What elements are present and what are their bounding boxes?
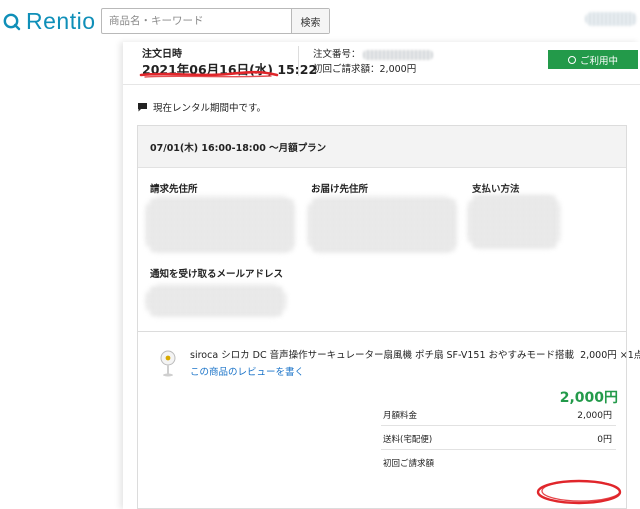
order-number-label: 注文番号：	[313, 49, 361, 60]
header-divider-line	[123, 84, 640, 85]
status-button-label: ご利用中	[579, 55, 618, 67]
search-button[interactable]: 検索	[291, 9, 329, 33]
status-button[interactable]: ご利用中	[548, 50, 638, 69]
account-area-redacted	[585, 12, 637, 26]
first-bill-label: 初回ご請求額：	[313, 64, 380, 75]
review-link[interactable]: この商品のレビューを書く	[190, 364, 304, 378]
summary-row-shipping: 送料(宅配便) 0円	[381, 426, 616, 450]
order-number: 注文番号：	[313, 46, 433, 60]
shipping-address-label: お届け先住所	[311, 184, 369, 195]
first-bill: 初回ご請求額：2,000円	[313, 61, 416, 75]
site-header: Rentio 検索	[0, 0, 640, 42]
rental-status-text: 現在レンタル期間中です。	[153, 103, 267, 114]
order-header: 注文日時 2021年06月16日(水) 15:22 注文番号： 初回ご請求額：2…	[123, 42, 640, 84]
product-name: siroca シロカ DC 音声操作サーキュレーター扇風機 ポチ扇 SF-V15…	[190, 350, 575, 361]
total-amount: 2,000円	[559, 390, 618, 406]
order-detail-panel: 注文日時 2021年06月16日(水) 15:22 注文番号： 初回ご請求額：2…	[123, 42, 640, 509]
payment-method-label: 支払い方法	[472, 184, 520, 195]
summary-label: 初回ご請求額	[383, 459, 435, 469]
header-divider	[298, 46, 299, 76]
product-price-qty: 2,000円 ×1点	[580, 350, 640, 361]
billing-address-redacted	[146, 196, 296, 254]
order-number-redacted	[362, 49, 433, 60]
summary-label: 送料(宅配便)	[383, 435, 433, 445]
notify-email-label: 通知を受け取るメールアドレス	[150, 269, 284, 280]
brand-name: Rentio	[26, 7, 96, 34]
red-underline-annotation	[139, 70, 279, 78]
notify-email-redacted	[146, 284, 286, 318]
summary-row-first-bill: 初回ご請求額	[381, 450, 616, 474]
product-line: siroca シロカ DC 音声操作サーキュレーター扇風機 ポチ扇 SF-V15…	[190, 347, 640, 361]
payment-method-redacted	[468, 194, 560, 250]
rental-status-note: 現在レンタル期間中です。	[137, 100, 266, 114]
summary-value: 0円	[597, 435, 612, 445]
delivery-schedule: 07/01(木) 16:00-18:00 〜月額プラン	[138, 126, 626, 168]
product-box: siroca シロカ DC 音声操作サーキュレーター扇風機 ポチ扇 SF-V15…	[137, 331, 640, 509]
summary-value: 2,000円	[577, 411, 612, 421]
fan-icon	[157, 349, 179, 377]
red-circle-annotation	[536, 479, 622, 505]
circle-icon	[567, 55, 576, 64]
delivery-info-box: 07/01(木) 16:00-18:00 〜月額プラン 請求先住所 お届け先住所…	[137, 125, 627, 338]
order-date-label: 注文日時	[142, 49, 182, 60]
rentio-logo-icon	[2, 11, 22, 31]
chat-bubble-icon	[137, 102, 148, 112]
brand-logo[interactable]: Rentio	[0, 8, 95, 34]
summary-label: 月額料金	[383, 411, 418, 421]
billing-address-label: 請求先住所	[150, 184, 198, 195]
search-input[interactable]	[102, 9, 291, 33]
search-bar: 検索	[101, 8, 330, 34]
first-bill-value: 2,000円	[379, 64, 417, 75]
shipping-address-redacted	[308, 196, 458, 254]
